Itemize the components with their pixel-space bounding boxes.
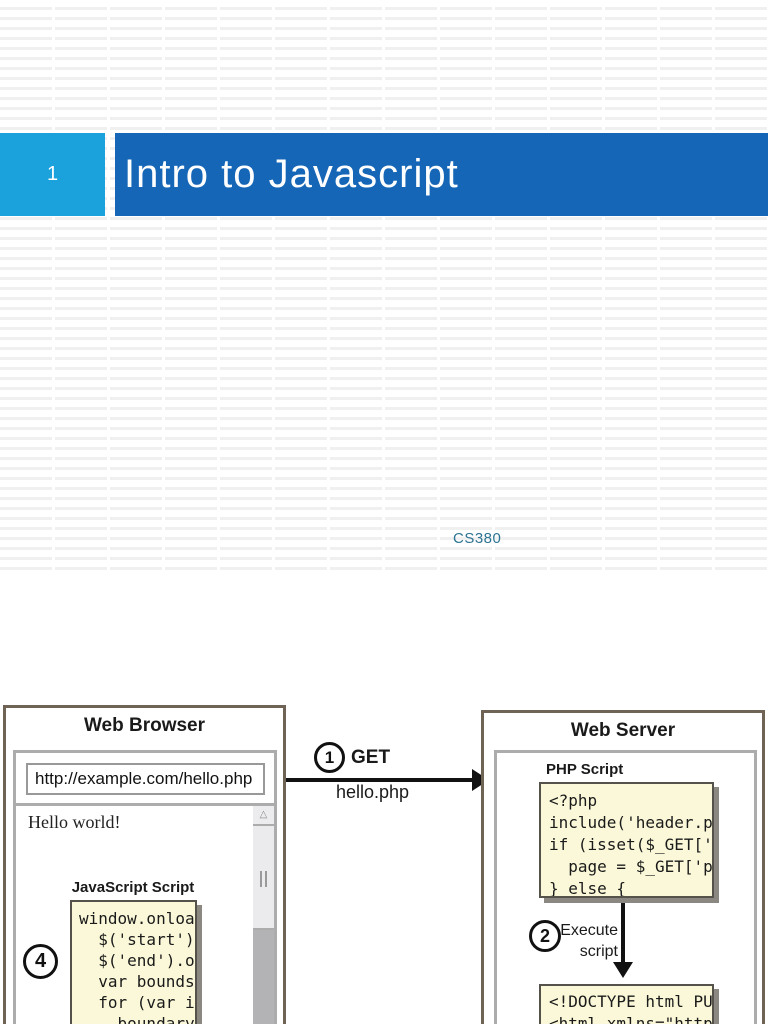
web-server-title: Web Server — [484, 720, 762, 742]
step-4-number: 4 — [35, 950, 46, 973]
php-script-label: PHP Script — [546, 761, 623, 778]
php-code: <?php include('header.p if (isset($_GET[… — [549, 790, 712, 898]
execute-label-line2: script — [556, 941, 618, 962]
slide-number-badge: 1 — [0, 133, 105, 216]
slide-title: Intro to Javascript — [124, 152, 459, 197]
scrollbar: △ — [253, 806, 274, 1024]
address-bar: http://example.com/hello.php — [26, 763, 265, 795]
request-method-label: GET — [351, 747, 390, 769]
web-browser-title: Web Browser — [6, 715, 283, 737]
html-output-code: <!DOCTYPE html PU <html xmlns="http — [549, 991, 712, 1024]
slide-number: 1 — [47, 163, 58, 186]
execute-label-line1: Execute — [556, 920, 618, 941]
request-file-label: hello.php — [336, 782, 409, 803]
html-output-code-box: <!DOCTYPE html PU <html xmlns="http — [539, 984, 714, 1024]
execute-arrow-line — [621, 903, 625, 965]
php-code-box: <?php include('header.p if (isset($_GET[… — [539, 782, 714, 898]
slide-title-bar: Intro to Javascript — [115, 133, 768, 216]
scrollbar-grip — [260, 871, 262, 887]
execute-arrow-head-icon — [613, 962, 633, 978]
execute-script-label: Execute script — [556, 920, 618, 962]
slide-1: 1 Intro to Javascript CS380 — [0, 0, 768, 571]
javascript-script-label: JavaScript Script — [66, 879, 200, 896]
step-2-number: 2 — [540, 926, 550, 947]
javascript-code-box: window.onloa $('start') $('end').o var b… — [70, 900, 197, 1024]
scrollbar-thumb — [253, 826, 274, 930]
pdf-page: 1 Intro to Javascript CS380 Client Side … — [0, 0, 768, 1024]
step-1-circle: 1 — [314, 742, 345, 773]
slide-footer: CS380 — [453, 530, 501, 547]
scroll-up-icon: △ — [253, 806, 274, 826]
step-1-number: 1 — [325, 748, 334, 768]
scrollbar-grip — [265, 871, 267, 887]
javascript-code: window.onloa $('start') $('end').o var b… — [79, 908, 195, 1024]
step-4-circle: 4 — [23, 944, 58, 979]
page-text: Hello world! — [28, 812, 120, 833]
